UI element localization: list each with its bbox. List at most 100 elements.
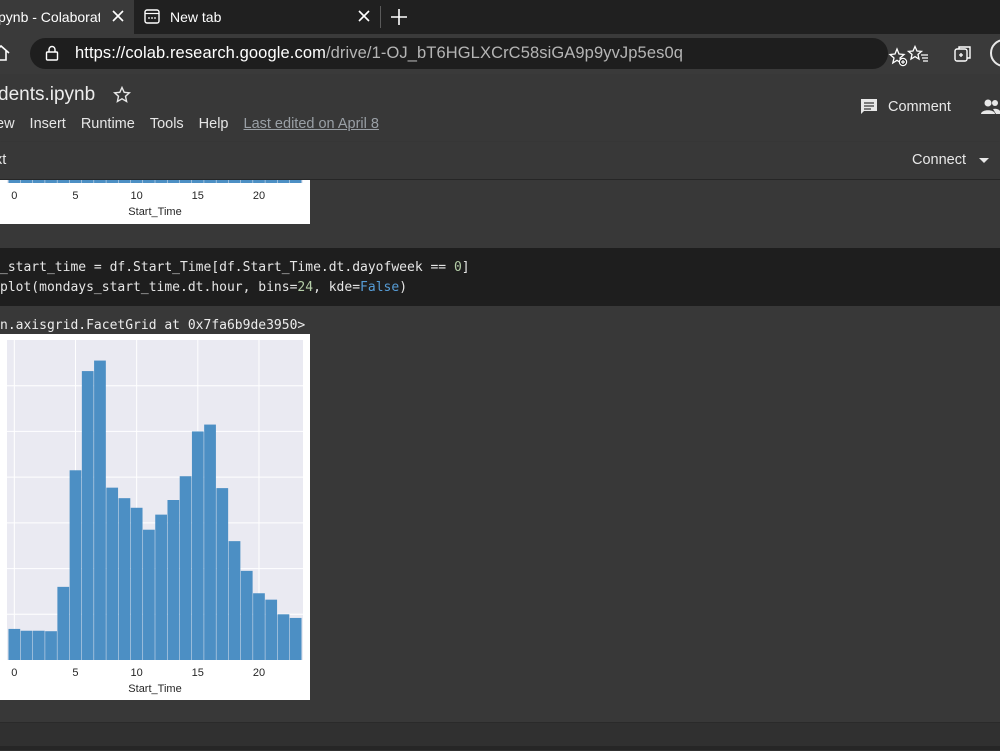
histogram-bar [118,180,131,183]
histogram-bar [32,180,45,183]
histogram-bar [204,424,216,660]
people-icon[interactable] [980,98,1000,116]
histogram-bar [45,631,57,660]
x-tick-label: 20 [253,190,265,202]
histogram-bar [106,487,119,660]
histogram-bar [81,180,94,183]
histogram-bar [32,630,45,660]
favorites-icon[interactable] [907,45,929,63]
histogram-bar [20,180,33,183]
x-tick-label: 5 [72,667,78,679]
histogram-bar [167,500,180,660]
histogram-chart-1: 0 5 10 15 20 Start_Time [7,180,303,218]
histogram-bar [265,180,278,183]
histogram-bar [191,180,204,183]
histogram-output-2: 0 5 10 15 20 Start_Time [0,334,310,700]
histogram-bar [143,529,155,660]
close-icon[interactable] [356,8,372,24]
tab-title: pynb - Colaboratory [0,9,100,25]
histogram-bar [253,180,265,183]
cell-output-repr: n.axisgrid.FacetGrid at 0x7fa6b9de3950> [0,318,306,333]
code-text: ] [461,260,470,275]
histogram-bar [45,180,57,183]
histogram-bar [94,180,106,183]
histogram-bar [143,180,155,183]
histogram-bar [240,180,253,183]
histogram-bar [216,488,229,660]
x-tick-label: 15 [192,190,204,202]
url-field[interactable]: https://colab.research.google.com/drive/… [30,38,908,69]
new-tab-page-icon [144,9,160,24]
histogram-bar [130,507,143,660]
last-edited-link[interactable]: Last edited on April 8 [244,116,379,132]
comment-label: Comment [888,99,951,115]
lock-icon[interactable] [45,45,59,61]
histogram-bar [20,630,33,660]
menu-bar: ew Insert Runtime Tools Help Last edited… [0,116,394,132]
notebook-content: 0 5 10 15 20 Start_Time _start_time = df.Star… [0,180,1000,751]
code-keyword: False [360,280,400,295]
menu-help[interactable]: Help [199,116,229,132]
code-cell[interactable]: _start_time = df.Start_Time[df.Start_Tim… [0,248,1000,306]
code-line-2: plot(mondays_start_time.dt.hour, bins=24… [0,280,407,295]
profile-avatar[interactable] [990,39,1000,67]
url-host: https://colab.research.google.com [75,44,326,62]
tab-colab[interactable]: pynb - Colaboratory [0,0,134,34]
histogram-bar [130,180,143,183]
histogram-bar [253,593,265,660]
notebook-title[interactable]: dents.ipynb [0,84,95,106]
browser-tab-strip: pynb - Colaboratory New tab [0,0,1000,34]
histogram-bar [94,360,106,660]
histogram-bar [289,617,302,660]
menu-tools[interactable]: Tools [150,116,184,132]
code-text: , kde= [313,280,361,295]
tab-new-tab[interactable]: New tab [134,0,380,34]
code-number: 24 [297,280,314,295]
histogram-bar [155,180,167,183]
chevron-down-icon[interactable] [979,158,989,163]
menu-runtime[interactable]: Runtime [81,116,135,132]
histogram-bar [240,570,253,660]
histogram-bar [265,599,278,660]
histogram-bar [179,476,192,660]
histogram-bar [81,371,94,660]
x-tick-label: 20 [253,667,265,679]
code-text: _start_time = df.Start_Time[df.Start_Tim… [0,260,454,275]
histogram-bar [57,586,70,660]
code-line-1: _start_time = df.Start_Time[df.Start_Tim… [0,260,470,275]
histogram-bar [228,541,241,660]
menu-insert[interactable]: Insert [30,116,66,132]
plus-icon[interactable] [390,8,408,26]
address-bar-row: https://colab.research.google.com/drive/… [0,34,1000,74]
home-icon[interactable] [0,44,10,62]
histogram-bar [228,180,241,183]
x-tick-label: 0 [11,667,17,679]
histogram-bar [277,180,290,183]
collections-icon[interactable] [953,44,973,64]
status-strip [0,746,1000,750]
x-tick-label: 10 [131,667,143,679]
histogram-bar [216,180,229,183]
close-icon[interactable] [110,8,126,24]
connect-button[interactable]: Connect [912,152,966,168]
add-favorite-icon[interactable] [888,47,908,67]
x-tick-label: 0 [11,190,17,202]
histogram-output-1: 0 5 10 15 20 Start_Time [0,180,310,224]
star-icon[interactable] [113,86,131,104]
menu-view[interactable]: ew [0,116,15,132]
code-text: plot(mondays_start_time.dt.hour, bins= [0,280,298,295]
code-number: 0 [453,260,462,275]
x-tick-label: 10 [131,190,143,202]
histogram-chart-2: 0 5 10 15 20 Start_Time [7,340,303,695]
x-tick-label: 5 [72,190,78,202]
comment-icon [861,99,877,114]
histogram-bar [69,180,82,183]
histogram-bar [289,180,302,183]
comment-button[interactable]: Comment [860,98,951,116]
histogram-bar [167,180,180,183]
url-text: https://colab.research.google.com/drive/… [75,44,683,63]
histogram-bar [106,180,119,183]
x-axis-label: Start_Time [128,683,181,695]
histogram-bar [191,431,204,660]
add-text-button[interactable]: xt [0,152,6,168]
